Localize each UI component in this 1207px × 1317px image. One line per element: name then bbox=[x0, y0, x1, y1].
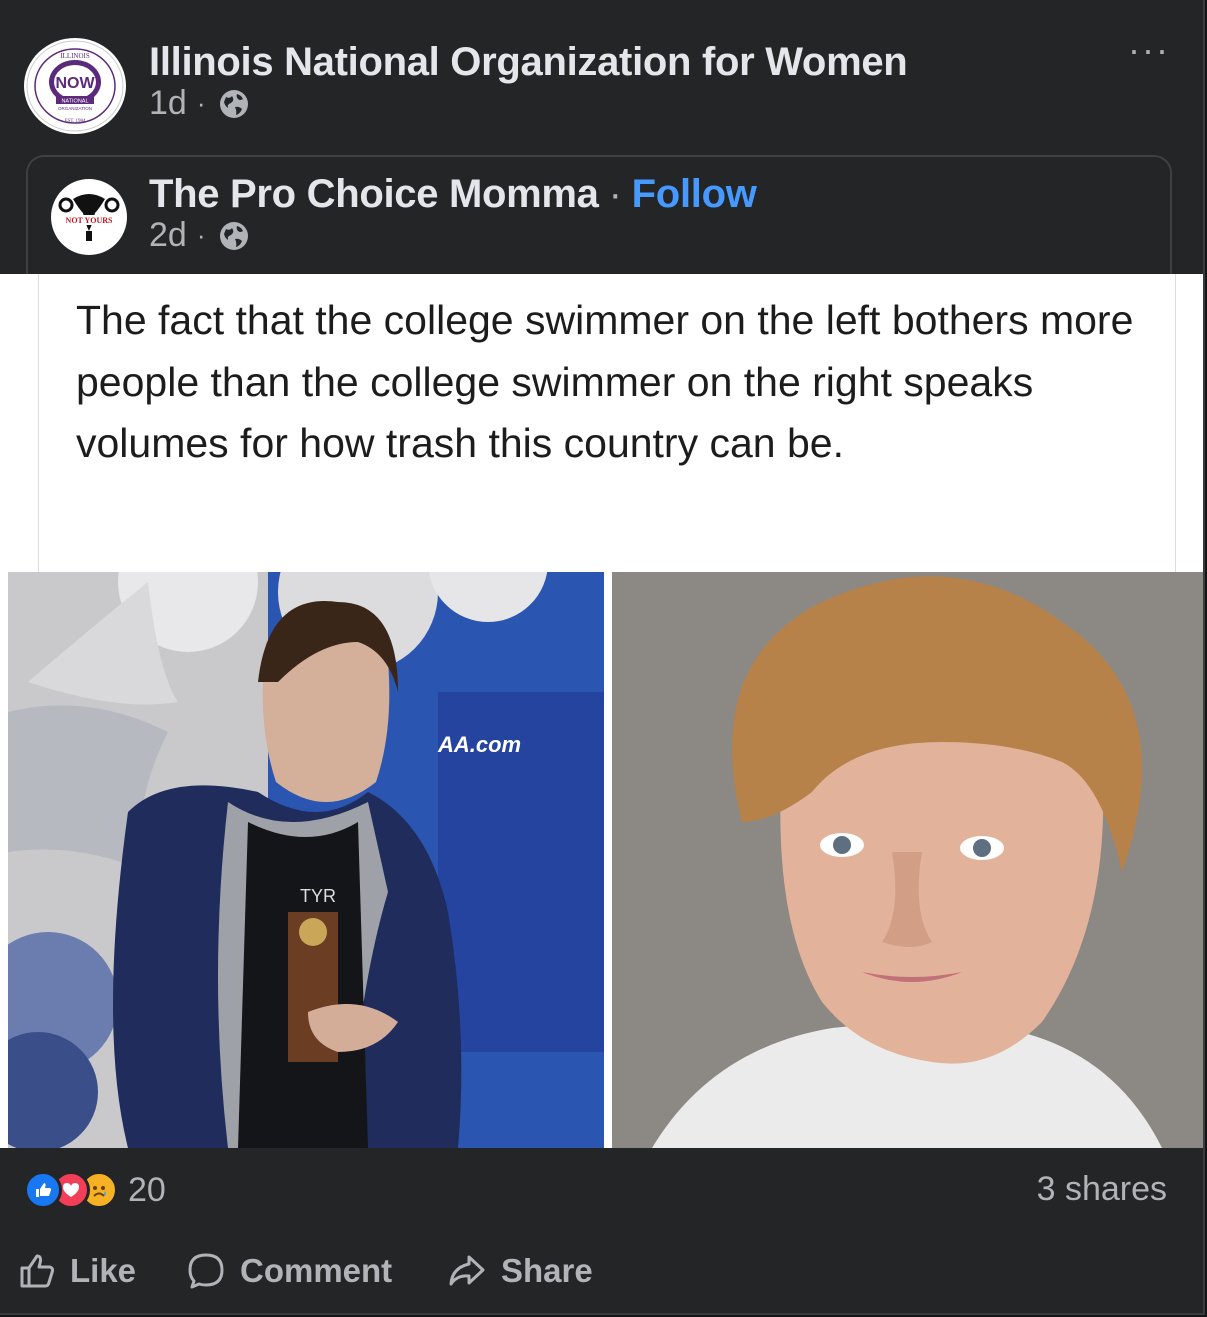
post-time[interactable]: 1d bbox=[149, 84, 187, 123]
shared-time[interactable]: 2d bbox=[149, 216, 187, 255]
svg-text:TYR: TYR bbox=[300, 886, 336, 906]
like-label: Like bbox=[70, 1252, 137, 1289]
more-options-button[interactable]: ··· bbox=[1128, 32, 1170, 68]
share-arrow-icon bbox=[449, 1255, 485, 1286]
meta-separator: · bbox=[196, 88, 206, 118]
post-card: ILLINOIS NOW NATIONAL ORGANIZATION EST. … bbox=[0, 0, 1205, 1315]
svg-text:NATIONAL: NATIONAL bbox=[61, 99, 88, 105]
svg-text:ORGANIZATION: ORGANIZATION bbox=[58, 106, 92, 111]
post-meta: 1d · bbox=[149, 84, 250, 123]
svg-text:EST. 1984: EST. 1984 bbox=[64, 119, 86, 124]
like-reaction-icon bbox=[24, 1171, 62, 1209]
action-bar: Like Comment Share bbox=[0, 1240, 1203, 1302]
share-count[interactable]: 3 shares bbox=[1037, 1170, 1167, 1209]
globe-icon bbox=[219, 89, 248, 118]
share-button[interactable]: Share bbox=[447, 1240, 593, 1302]
comment-label: Comment bbox=[240, 1252, 393, 1289]
swimmer-left-photo: AA.com TYR bbox=[8, 572, 604, 1148]
post-author-name[interactable]: Illinois National Organization for Women bbox=[149, 40, 908, 85]
meme-caption: The fact that the college swimmer on the… bbox=[76, 297, 1134, 466]
org-avatar[interactable]: ILLINOIS NOW NATIONAL ORGANIZATION EST. … bbox=[24, 38, 126, 134]
svg-text:AA.com: AA.com bbox=[437, 732, 521, 757]
shared-author-name[interactable]: The Pro Choice Momma bbox=[149, 172, 599, 216]
comment-icon bbox=[188, 1253, 224, 1289]
share-label: Share bbox=[501, 1252, 593, 1289]
svg-text:NOT YOURS: NOT YOURS bbox=[66, 216, 113, 225]
now-logo-icon: ILLINOIS NOW NATIONAL ORGANIZATION EST. … bbox=[26, 40, 124, 132]
like-button[interactable]: Like bbox=[18, 1240, 136, 1302]
shared-page-avatar[interactable]: NOT YOURS bbox=[51, 179, 127, 255]
meta-separator: · bbox=[196, 220, 206, 250]
shared-meta: 2d · bbox=[149, 216, 250, 255]
reaction-count: 20 bbox=[128, 1170, 166, 1209]
swimmer-right-photo bbox=[612, 572, 1203, 1148]
shared-author-line: The Pro Choice Momma · Follow bbox=[149, 172, 757, 217]
globe-icon bbox=[219, 221, 248, 250]
svg-text:ILLINOIS: ILLINOIS bbox=[60, 52, 90, 60]
follow-button[interactable]: Follow bbox=[632, 172, 757, 216]
uterus-logo-icon: NOT YOURS bbox=[57, 194, 121, 241]
svg-text:NOW: NOW bbox=[55, 75, 95, 92]
thumbs-up-icon bbox=[20, 1254, 55, 1288]
reaction-summary[interactable]: 20 bbox=[24, 1170, 166, 1210]
comment-button[interactable]: Comment bbox=[186, 1240, 392, 1302]
meme-image[interactable]: The fact that the college swimmer on the… bbox=[0, 274, 1203, 1148]
follow-separator: · bbox=[608, 172, 622, 216]
